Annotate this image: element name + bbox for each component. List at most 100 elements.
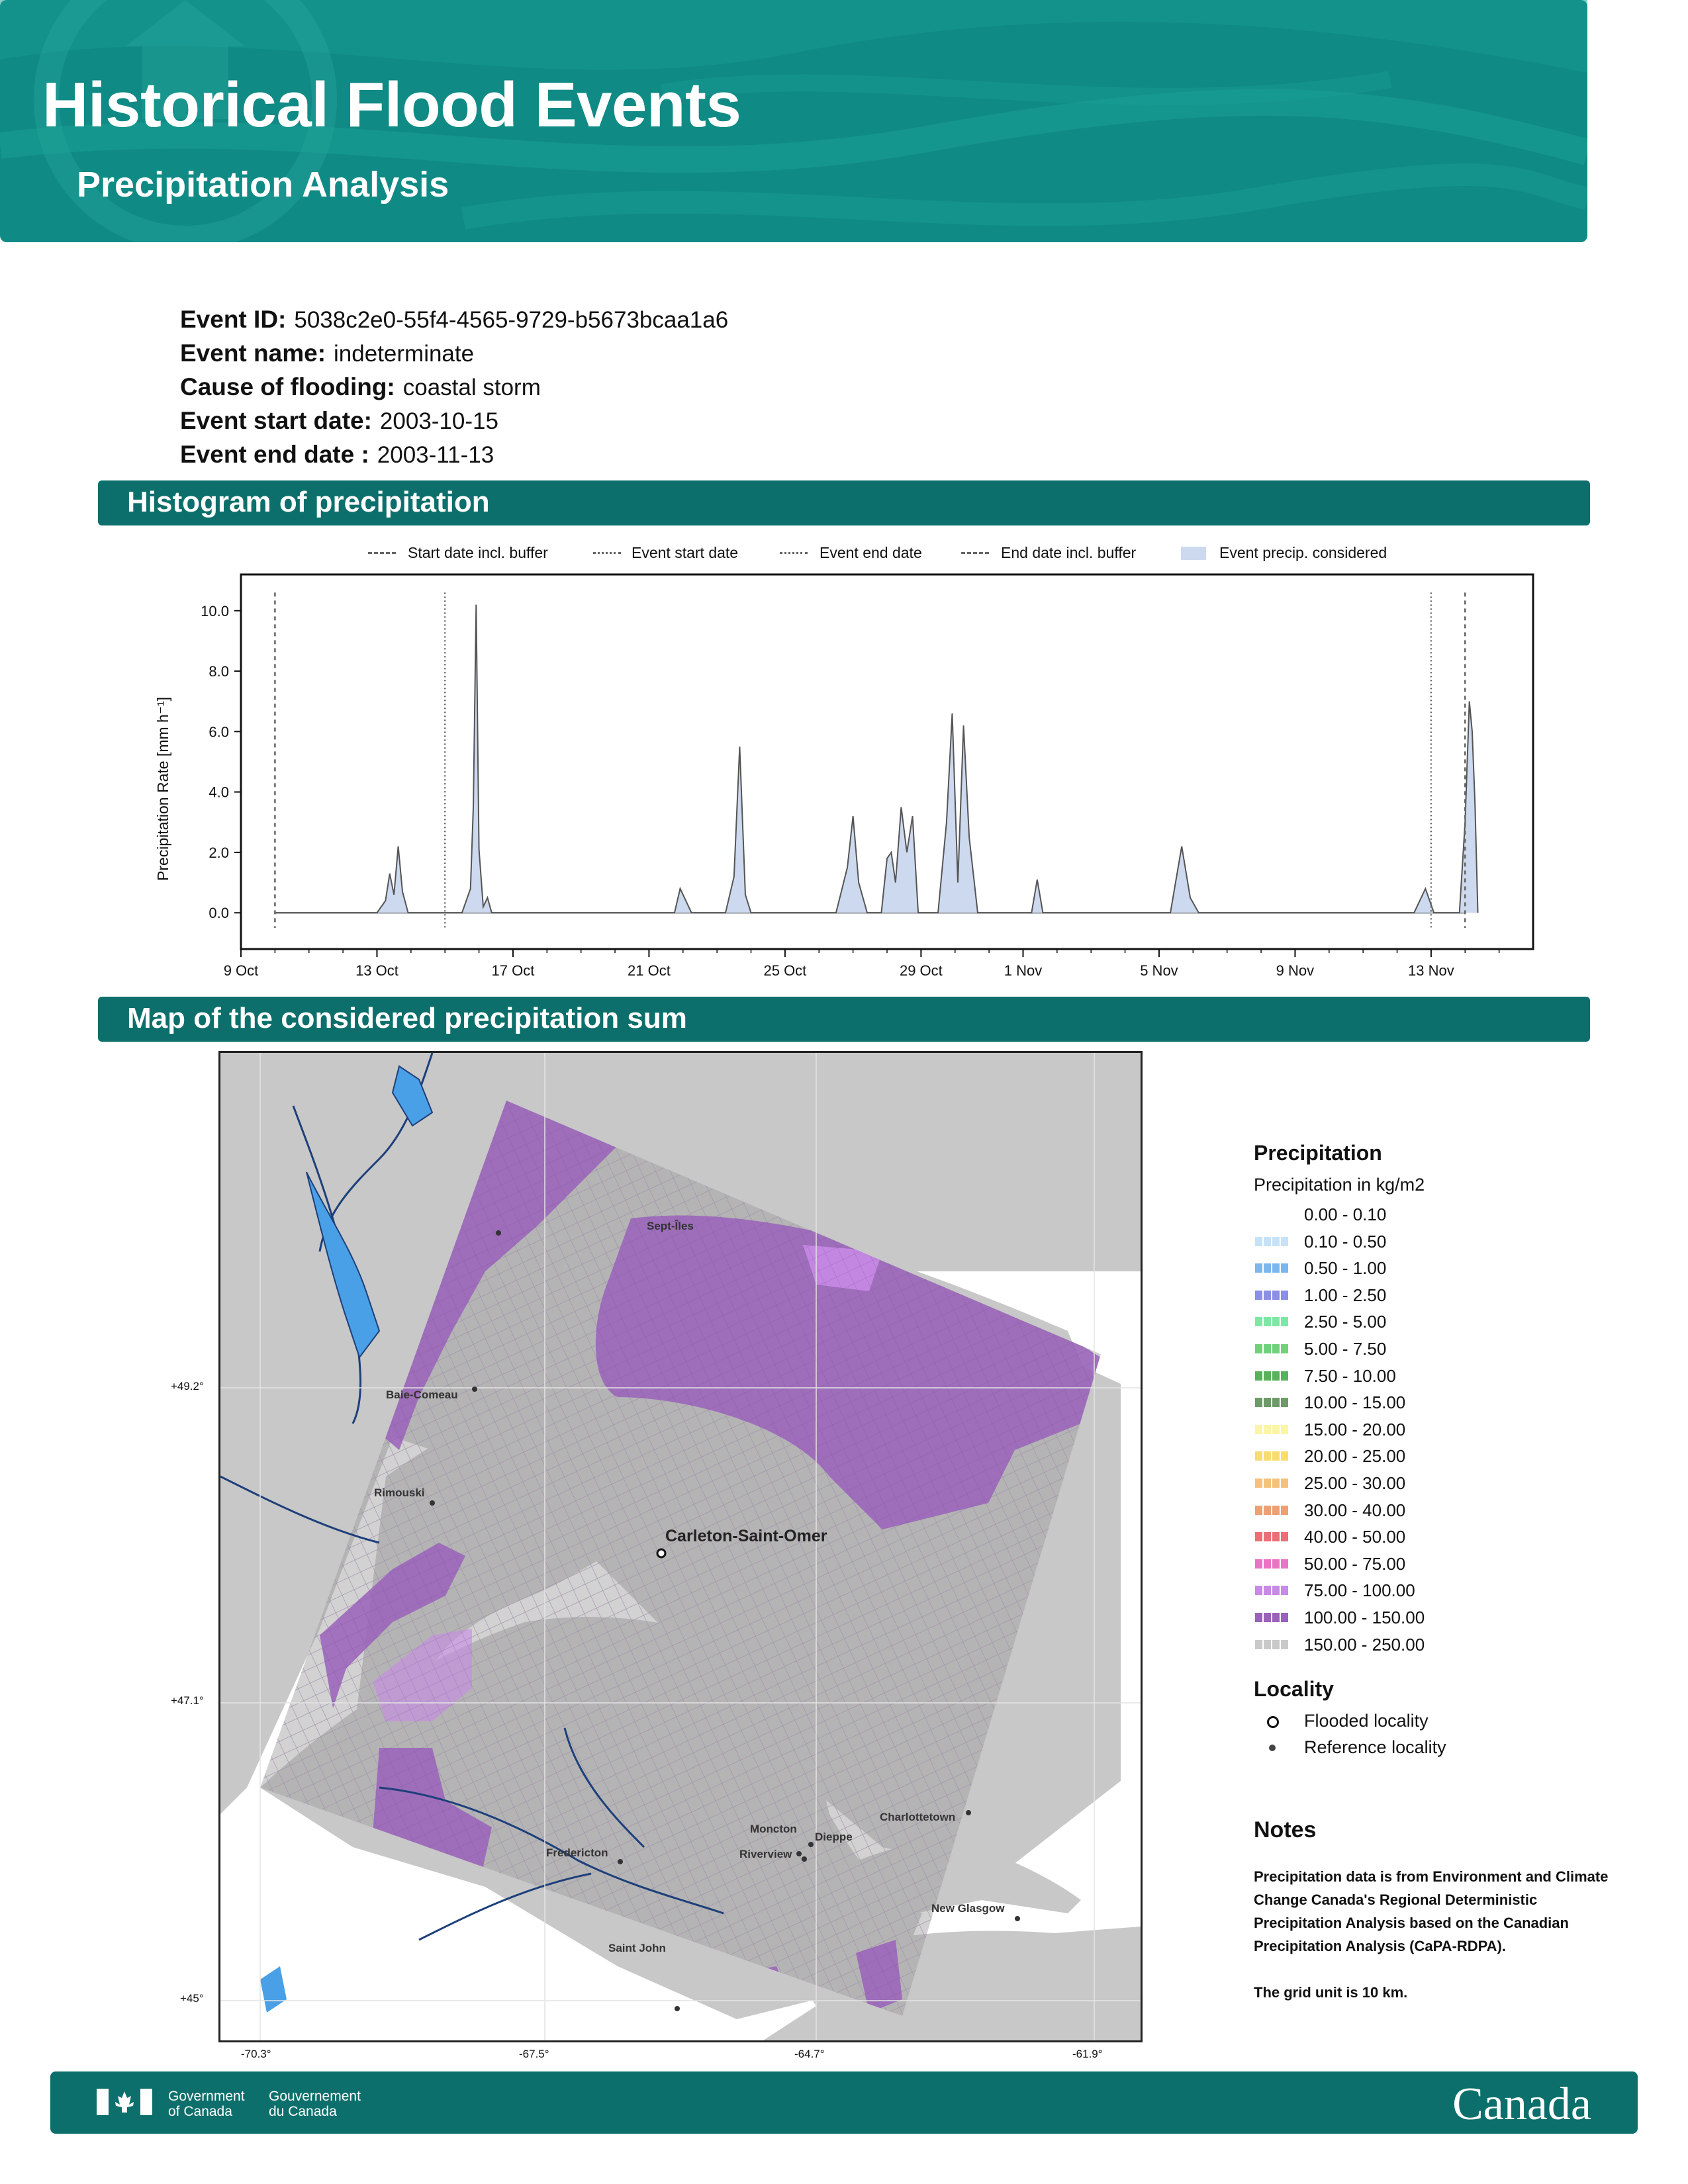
legend-start-buffer: Start date incl. buffer xyxy=(408,544,548,561)
page-subtitle: Precipitation Analysis xyxy=(77,165,449,205)
legend-class-label: 15.00 - 20.00 xyxy=(1304,1419,1406,1439)
map-lon-label: -64.7° xyxy=(794,2048,825,2060)
event-name-label: Event name: xyxy=(180,340,326,367)
x-tick-label: 29 Oct xyxy=(900,962,943,979)
map-legend: Precipitation Precipitation in kg/m2 0.0… xyxy=(1254,1141,1624,1762)
legend-class-label: 7.50 - 10.00 xyxy=(1304,1365,1396,1386)
y-tick-label: 4.0 xyxy=(209,784,229,801)
legend-class-row: 5.00 - 7.50 xyxy=(1254,1336,1624,1363)
event-start-label: Event start date: xyxy=(180,407,372,434)
x-tick-label: 5 Nov xyxy=(1140,962,1178,979)
map-legend-title: Precipitation xyxy=(1254,1141,1382,1165)
map-legend-subtitle: Precipitation in kg/m2 xyxy=(1254,1175,1425,1195)
map-section-title: Map of the considered precipitation sum xyxy=(127,1002,687,1034)
precipitation-map[interactable]: Sept-Îles Baie-Comeau Rimouski Moncton D… xyxy=(218,1051,1143,2042)
legend-swatch-precip xyxy=(1181,547,1206,560)
y-tick-label: 10.0 xyxy=(201,603,229,619)
locality-label: Fredericton xyxy=(546,1846,608,1859)
legend-class-swatch xyxy=(1255,1478,1289,1488)
legend-class-swatch xyxy=(1255,1612,1289,1622)
x-tick-label: 13 Oct xyxy=(355,962,399,979)
legend-class-row: 0.00 - 0.10 xyxy=(1254,1202,1624,1229)
gov-en-line1: Government xyxy=(168,2089,245,2104)
event-end-value: 2003-11-13 xyxy=(377,442,494,468)
legend-class-label: 0.10 - 0.50 xyxy=(1304,1231,1387,1251)
notes-grid-unit: The grid unit is 10 km. xyxy=(1254,1984,1408,2001)
legend-class-swatch xyxy=(1255,1263,1289,1273)
legend-class-row: 15.00 - 20.00 xyxy=(1254,1417,1624,1444)
legend-class-row: 7.50 - 10.00 xyxy=(1254,1363,1624,1390)
legend-class-label: 30.00 - 40.00 xyxy=(1304,1500,1406,1520)
legend-class-row: 1.00 - 2.50 xyxy=(1254,1283,1624,1310)
legend-class-swatch xyxy=(1255,1586,1289,1596)
legend-class-label: 50.00 - 75.00 xyxy=(1304,1553,1406,1574)
legend-class-swatch xyxy=(1255,1317,1289,1327)
legend-class-label: 5.00 - 7.50 xyxy=(1304,1338,1387,1359)
flooded-locality-marker xyxy=(656,1548,667,1559)
event-start-value: 2003-10-15 xyxy=(379,408,498,434)
event-id-label: Event ID: xyxy=(180,306,287,333)
legend-class-swatch xyxy=(1255,1343,1289,1353)
x-tick-label: 13 Nov xyxy=(1408,962,1454,979)
x-tick-label: 1 Nov xyxy=(1004,962,1042,979)
event-id-row: Event ID: 5038c2e0-55f4-4565-9729-b5673bc… xyxy=(180,306,728,334)
map-lon-label: -67.5° xyxy=(519,2048,549,2060)
flooded-locality-text: Flooded locality xyxy=(1304,1711,1429,1731)
legend-end-buffer: End date incl. buffer xyxy=(1001,544,1137,561)
locality-label: Dieppe xyxy=(815,1831,853,1843)
y-tick-label: 2.0 xyxy=(209,844,229,861)
legend-class-swatch xyxy=(1255,1398,1289,1408)
legend-class-swatch xyxy=(1255,1559,1289,1569)
locality-legend-flooded: Flooded locality xyxy=(1254,1709,1624,1736)
x-tick-label: 17 Oct xyxy=(492,962,535,979)
legend-class-swatch xyxy=(1255,1210,1289,1219)
legend-class-label: 40.00 - 50.00 xyxy=(1304,1527,1406,1547)
x-tick-label: 25 Oct xyxy=(763,962,806,979)
y-tick-label: 8.0 xyxy=(209,663,229,680)
locality-dot xyxy=(618,1859,623,1864)
legend-class-row: 0.10 - 0.50 xyxy=(1254,1229,1624,1256)
precip-series-line xyxy=(275,604,1479,914)
locality-legend-reference: Reference locality xyxy=(1254,1736,1624,1762)
legend-class-row: 0.50 - 1.00 xyxy=(1254,1255,1624,1283)
legend-class-swatch xyxy=(1255,1371,1289,1381)
page-footer: Government of Canada Gouvernement du Can… xyxy=(50,2071,1638,2134)
map-lat-label: +45° xyxy=(180,1992,204,2005)
legend-class-row: 50.00 - 75.00 xyxy=(1254,1551,1624,1578)
legend-class-swatch xyxy=(1255,1424,1289,1434)
legend-swatch-end-buffer xyxy=(961,552,989,554)
event-end-row: Event end date : 2003-11-13 xyxy=(180,441,494,469)
legend-class-row: 30.00 - 40.00 xyxy=(1254,1498,1624,1525)
gov-fr-line1: Gouvernement xyxy=(269,2089,361,2104)
legend-class-label: 20.00 - 25.00 xyxy=(1304,1446,1406,1467)
event-cause-row: Cause of flooding: coastal storm xyxy=(180,373,541,401)
event-id-value: 5038c2e0-55f4-4565-9729-b5673bcaa1a6 xyxy=(294,307,729,333)
map-section-bar: Map of the considered precipitation sum xyxy=(98,997,1590,1042)
reference-locality-text: Reference locality xyxy=(1304,1737,1446,1758)
notes-title: Notes xyxy=(1254,1817,1317,1843)
reference-locality-icon xyxy=(1269,1745,1276,1752)
locality-label: Sept-Îles xyxy=(647,1220,694,1232)
locality-legend-title: Locality xyxy=(1254,1677,1334,1702)
legend-swatch-start-buffer xyxy=(368,552,396,554)
legend-class-row: 75.00 - 100.00 xyxy=(1254,1578,1624,1605)
map-lon-label: -70.3° xyxy=(241,2048,271,2060)
legend-class-swatch xyxy=(1255,1532,1289,1542)
locality-dot xyxy=(808,1842,814,1847)
x-tick-label: 21 Oct xyxy=(628,962,671,979)
event-start-row: Event start date: 2003-10-15 xyxy=(180,407,498,435)
legend-class-swatch xyxy=(1255,1290,1289,1300)
chart-legend: Start date incl. buffer Event start date… xyxy=(357,540,1483,567)
locality-dot xyxy=(430,1500,435,1506)
legend-swatch-event-start xyxy=(593,552,621,554)
locality-dot xyxy=(472,1387,477,1392)
locality-dot xyxy=(796,1851,802,1856)
page-header: Historical Flood Events Precipitation An… xyxy=(0,0,1587,242)
event-cause-label: Cause of flooding: xyxy=(180,373,395,400)
legend-class-label: 0.00 - 0.10 xyxy=(1304,1205,1387,1224)
legend-class-row: 2.50 - 5.00 xyxy=(1254,1309,1624,1336)
y-axis-label: Precipitation Rate [mm h⁻¹] xyxy=(154,697,171,881)
precip-area xyxy=(275,604,1478,913)
histogram-section-title: Histogram of precipitation xyxy=(127,486,490,518)
page-title: Historical Flood Events xyxy=(42,69,741,140)
